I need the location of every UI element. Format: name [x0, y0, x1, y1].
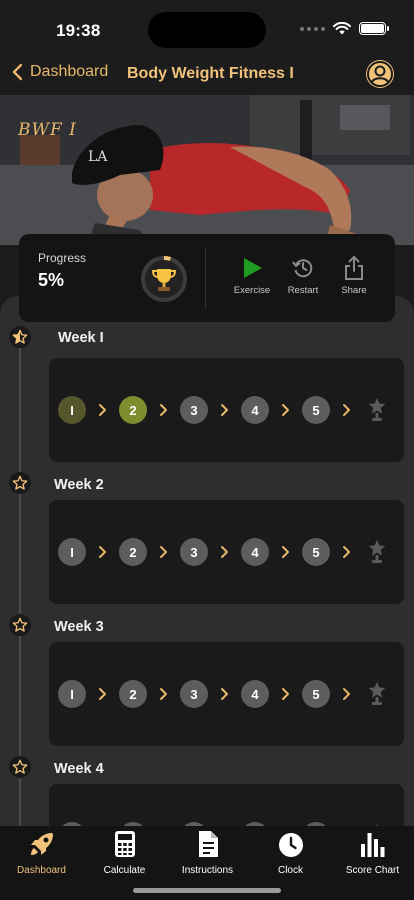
hero-logo: BWF I — [18, 120, 77, 140]
restart-icon — [292, 259, 313, 278]
chevron-right-icon — [208, 545, 241, 559]
day-button-4[interactable]: 4 — [241, 680, 269, 708]
week-3-days: I 2 3 4 5 — [49, 642, 404, 746]
wifi-icon — [333, 22, 351, 35]
chevron-right-icon — [208, 403, 241, 417]
chevron-right-icon — [269, 545, 302, 559]
hero-image: LA BWF I — [0, 95, 414, 245]
nav-bar: Dashboard Body Weight Fitness I — [0, 54, 414, 96]
exercise-label: Exercise — [233, 285, 271, 296]
chevron-right-icon — [147, 403, 180, 417]
cellular-signal-icon — [300, 26, 325, 31]
progress-ring — [140, 255, 188, 303]
profile-button[interactable] — [366, 60, 394, 88]
share-button[interactable]: Share — [326, 254, 382, 296]
tab-label: Calculate — [103, 865, 146, 876]
back-button[interactable]: Dashboard — [12, 63, 108, 81]
day-button-3[interactable]: 3 — [180, 396, 208, 424]
week-3-star-icon — [9, 614, 31, 636]
week-4-star-icon — [9, 756, 31, 778]
page-title: Body Weight Fitness I — [127, 65, 294, 82]
status-time: 19:38 — [56, 21, 101, 40]
day-button-2[interactable]: 2 — [119, 680, 147, 708]
tab-dashboard[interactable]: Dashboard — [0, 832, 83, 876]
tab-label: Dashboard — [17, 865, 66, 876]
share-icon — [345, 256, 363, 280]
clock-icon — [278, 833, 303, 857]
chevron-right-icon — [208, 687, 241, 701]
chevron-right-icon — [330, 545, 363, 559]
document-icon — [198, 831, 218, 857]
chevron-right-icon — [330, 687, 363, 701]
restart-label: Restart — [287, 285, 319, 296]
tab-label: Clock — [277, 865, 303, 876]
user-icon — [367, 61, 393, 87]
day-button-2[interactable]: 2 — [119, 396, 147, 424]
week-title: Week I — [58, 330, 104, 346]
chevron-right-icon — [269, 687, 302, 701]
rocket-icon — [30, 833, 53, 855]
week-title: Week 4 — [54, 761, 104, 777]
day-button-1[interactable]: I — [58, 396, 86, 424]
exercise-button[interactable]: Exercise — [224, 254, 280, 296]
day-button-5[interactable]: 5 — [302, 538, 330, 566]
svg-text:LA: LA — [88, 149, 108, 165]
day-button-3[interactable]: 3 — [180, 680, 208, 708]
chevron-right-icon — [147, 545, 180, 559]
day-button-4[interactable]: 4 — [241, 538, 269, 566]
tab-clock[interactable]: Clock — [249, 832, 332, 876]
progress-card: Progress 5% Exercise Restart Share — [19, 234, 395, 322]
week-trophy-icon — [363, 681, 391, 707]
chevron-right-icon — [269, 403, 302, 417]
tab-instructions[interactable]: Instructions — [166, 831, 249, 876]
status-bar: 19:38 — [0, 0, 414, 54]
day-button-1[interactable]: I — [58, 538, 86, 566]
status-icons — [300, 22, 389, 35]
day-button-5[interactable]: 5 — [302, 396, 330, 424]
timeline-line — [19, 346, 21, 826]
day-button-3[interactable]: 3 — [180, 538, 208, 566]
progress-value: 5% — [38, 270, 65, 290]
card-divider — [205, 248, 206, 308]
week-trophy-icon — [363, 397, 391, 423]
day-button-1[interactable]: I — [58, 680, 86, 708]
tab-label: Score Chart — [345, 865, 400, 876]
week-1-days: I 2 3 4 5 — [49, 358, 404, 462]
home-indicator — [133, 888, 281, 893]
week-title: Week 3 — [54, 619, 104, 635]
chevron-right-icon — [147, 687, 180, 701]
calculator-icon — [114, 831, 135, 857]
week-2-days: I 2 3 4 5 — [49, 500, 404, 604]
chevron-right-icon — [86, 545, 119, 559]
day-button-4[interactable]: 4 — [241, 396, 269, 424]
chevron-left-icon — [12, 63, 23, 81]
week-trophy-icon — [363, 539, 391, 565]
restart-button[interactable]: Restart — [275, 254, 331, 296]
share-label: Share — [341, 285, 367, 296]
day-button-5[interactable]: 5 — [302, 680, 330, 708]
week-1-star-icon — [9, 326, 31, 348]
week-2-star-icon — [9, 472, 31, 494]
chevron-right-icon — [330, 403, 363, 417]
bar-chart-icon — [360, 833, 384, 857]
progress-label: Progress — [38, 251, 87, 265]
tab-label: Instructions — [181, 865, 234, 876]
chevron-right-icon — [86, 403, 119, 417]
battery-icon — [359, 22, 389, 35]
dynamic-island — [148, 12, 266, 48]
tab-calculate[interactable]: Calculate — [83, 831, 166, 876]
day-button-2[interactable]: 2 — [119, 538, 147, 566]
back-label: Dashboard — [30, 63, 109, 80]
play-icon — [244, 258, 262, 278]
pushup-photo: LA — [0, 95, 414, 245]
chevron-right-icon — [86, 687, 119, 701]
tab-score-chart[interactable]: Score Chart — [331, 832, 414, 876]
week-title: Week 2 — [54, 477, 104, 493]
